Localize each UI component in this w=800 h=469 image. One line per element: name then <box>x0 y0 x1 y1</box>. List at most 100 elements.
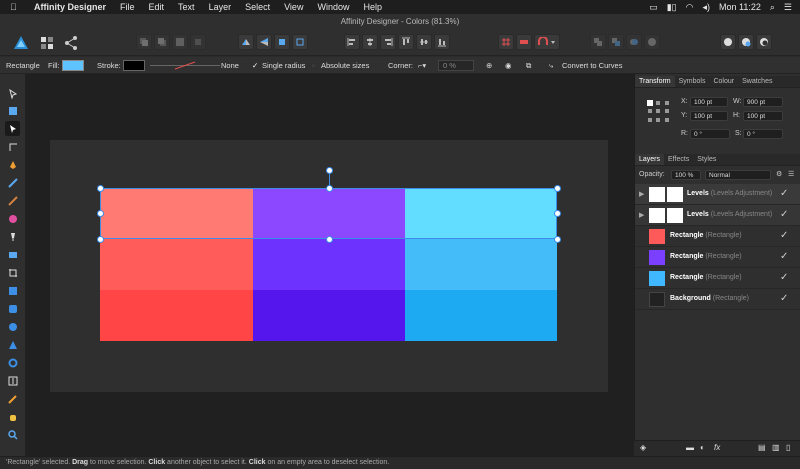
fx-icon[interactable]: fx <box>714 443 720 452</box>
align-middle-icon[interactable] <box>416 34 432 50</box>
corner-type-icon[interactable]: ⌐▾ <box>418 57 426 74</box>
move-back-icon[interactable] <box>154 34 170 50</box>
layer-row[interactable]: Rectangle (Rectangle) ✓ <box>635 268 800 289</box>
layers-stack-icon[interactable]: ◈ <box>640 443 646 452</box>
hand-tool-icon[interactable] <box>5 409 20 424</box>
rotate-left-icon[interactable] <box>274 34 290 50</box>
artboard-tool-icon[interactable] <box>5 103 20 118</box>
color-cell-purple-dark[interactable] <box>253 290 405 341</box>
insert-top-icon[interactable] <box>738 34 754 50</box>
color-cell-red-mid[interactable] <box>100 239 253 290</box>
visibility-check-icon[interactable]: ✓ <box>780 293 788 304</box>
color-cell-cyan-dark[interactable] <box>405 290 557 341</box>
transform-origin-icon[interactable]: ⊕ <box>486 57 492 74</box>
stroke-width-slider[interactable] <box>150 61 220 70</box>
text-tool-icon[interactable] <box>5 373 20 388</box>
constrain-icon[interactable]: ⧉ <box>526 57 531 74</box>
move-tool-icon[interactable] <box>5 86 20 101</box>
shape-tool-icon[interactable] <box>5 337 20 352</box>
resize-handle-r[interactable] <box>554 210 561 217</box>
visibility-check-icon[interactable]: ✓ <box>780 272 788 283</box>
app-menu[interactable]: Affinity Designer <box>34 2 106 12</box>
pixel-persona-icon[interactable] <box>38 34 56 52</box>
fill-tool-icon[interactable] <box>5 211 20 226</box>
corner-field[interactable]: 0 % <box>438 60 474 71</box>
menu-list-icon[interactable]: ☰ <box>784 2 792 13</box>
duplicate-icon[interactable]: ▥ <box>772 443 780 452</box>
single-radius-checkbox[interactable]: ✓ <box>252 57 258 74</box>
layer-row[interactable]: Rectangle (Rectangle) ✓ <box>635 226 800 247</box>
pencil-tool-icon[interactable] <box>5 175 20 190</box>
rectangle-tool-icon[interactable] <box>5 283 20 298</box>
layer-row[interactable]: Rectangle (Rectangle) ✓ <box>635 247 800 268</box>
screen-share-icon[interactable]: ▭ <box>649 2 658 13</box>
tab-layers[interactable]: Layers <box>635 154 665 165</box>
tab-effects[interactable]: Effects <box>664 154 693 165</box>
tab-transform[interactable]: Transform <box>635 76 675 87</box>
tab-swatches[interactable]: Swatches <box>738 76 776 87</box>
align-top-icon[interactable] <box>398 34 414 50</box>
panel-menu-icon[interactable]: ☰ <box>788 170 794 178</box>
visibility-check-icon[interactable]: ✓ <box>780 230 788 241</box>
brush-tool-icon[interactable] <box>5 193 20 208</box>
flip-vertical-icon[interactable] <box>256 34 272 50</box>
insert-behind-icon[interactable] <box>720 34 736 50</box>
search-icon[interactable]: ⌕ <box>770 2 775 13</box>
mask-icon[interactable]: ◐ <box>700 443 705 452</box>
pen-tool-icon[interactable] <box>5 157 20 172</box>
menu-window[interactable]: Window <box>317 2 349 12</box>
resize-handle-bl[interactable] <box>97 236 104 243</box>
absolute-sizes-checkbox[interactable]: ▫ <box>312 57 315 74</box>
fill-swatch[interactable] <box>62 60 84 71</box>
menu-file[interactable]: File <box>120 2 135 12</box>
menu-help[interactable]: Help <box>363 2 382 12</box>
battery-icon[interactable]: ▮▯ <box>667 2 677 13</box>
rotation-field[interactable]: 0 ° <box>690 129 730 139</box>
align-bottom-icon[interactable] <box>434 34 450 50</box>
color-picker-icon[interactable] <box>5 391 20 406</box>
color-cell-red-dark[interactable] <box>100 290 253 341</box>
subtract-icon[interactable] <box>608 34 624 50</box>
layer-row[interactable]: ▶ Levels (Levels Adjustment) ✓ <box>635 205 800 226</box>
new-layer-icon[interactable]: ▤ <box>758 443 766 452</box>
align-left-icon[interactable] <box>344 34 360 50</box>
visibility-check-icon[interactable]: ✓ <box>780 251 788 262</box>
y-field[interactable]: 100 pt <box>690 111 728 121</box>
menu-text[interactable]: Text <box>178 2 195 12</box>
shear-field[interactable]: 0 ° <box>743 129 783 139</box>
rotate-right-icon[interactable] <box>292 34 308 50</box>
menu-edit[interactable]: Edit <box>149 2 165 12</box>
menu-view[interactable]: View <box>284 2 303 12</box>
snapping-magnet-icon[interactable] <box>534 34 560 50</box>
visibility-icon[interactable]: ◉ <box>505 57 512 74</box>
tab-styles[interactable]: Styles <box>693 154 720 165</box>
add-icon[interactable] <box>590 34 606 50</box>
rotation-handle[interactable] <box>326 167 333 174</box>
designer-persona-icon[interactable] <box>12 34 30 52</box>
resize-handle-t[interactable] <box>326 185 333 192</box>
resize-handle-b[interactable] <box>326 236 333 243</box>
zoom-tool-icon[interactable] <box>5 427 20 442</box>
transparency-tool-icon[interactable] <box>5 229 20 244</box>
color-cell-purple-mid[interactable] <box>253 239 405 290</box>
disclosure-icon[interactable]: ▶ <box>639 211 644 219</box>
convert-to-curves-button[interactable]: Convert to Curves <box>562 57 622 74</box>
anchor-selector[interactable] <box>645 98 671 124</box>
export-persona-icon[interactable] <box>62 34 80 52</box>
canvas-area[interactable] <box>26 74 634 456</box>
resize-handle-tr[interactable] <box>554 185 561 192</box>
flip-horizontal-icon[interactable] <box>238 34 254 50</box>
resize-handle-br[interactable] <box>554 236 561 243</box>
apple-icon[interactable]:  <box>10 2 22 12</box>
corner-tool-icon[interactable] <box>5 139 20 154</box>
place-image-icon[interactable] <box>5 247 20 262</box>
align-center-icon[interactable] <box>362 34 378 50</box>
insert-inside-icon[interactable] <box>756 34 772 50</box>
menu-layer[interactable]: Layer <box>209 2 232 12</box>
volume-icon[interactable]: ◂) <box>702 2 710 13</box>
color-cell-cyan-mid[interactable] <box>405 239 557 290</box>
resize-handle-l[interactable] <box>97 210 104 217</box>
w-field[interactable]: 900 pt <box>743 97 783 107</box>
add-layer-icon[interactable]: ▬ <box>686 443 694 452</box>
tab-colour[interactable]: Colour <box>709 76 738 87</box>
